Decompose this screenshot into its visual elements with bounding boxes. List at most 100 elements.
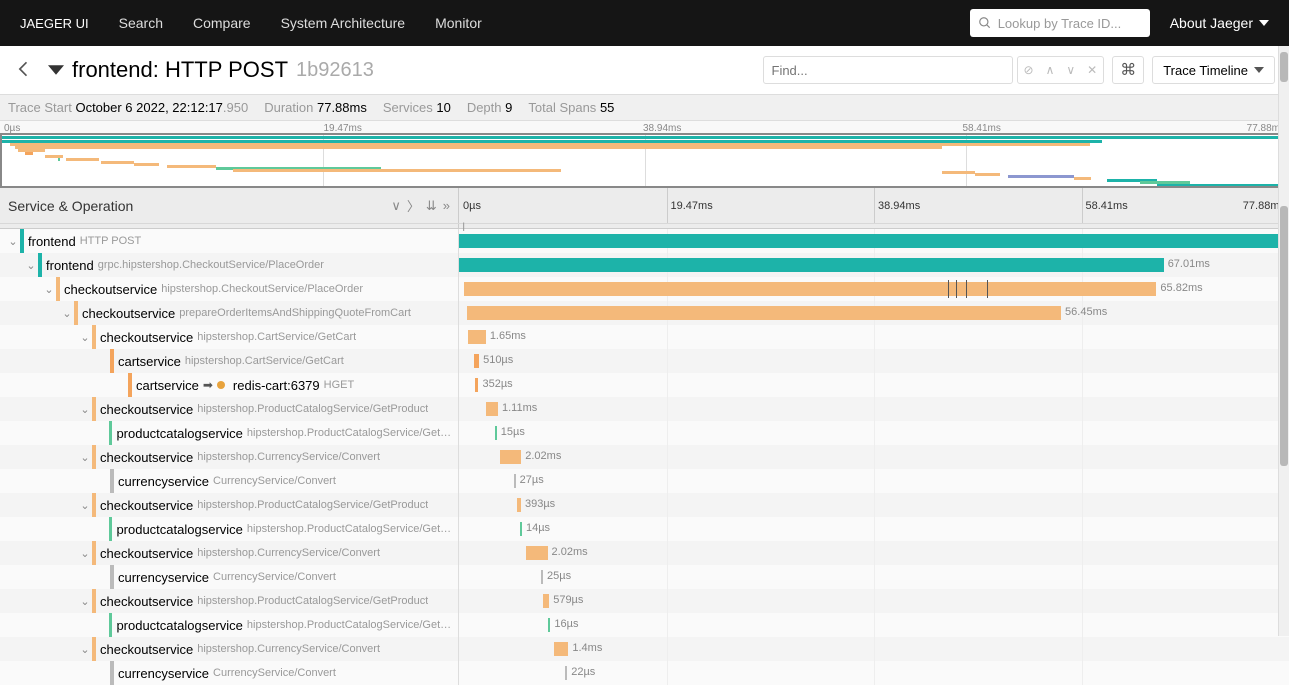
span-row[interactable]: ⌄frontendHTTP POST xyxy=(0,229,1289,253)
find-clear-icon[interactable]: ⊘ xyxy=(1018,63,1040,77)
span-row[interactable]: currencyserviceCurrencyService/Convert22… xyxy=(0,661,1289,685)
nav-search[interactable]: Search xyxy=(119,15,163,31)
span-row[interactable]: ⌄checkoutservicehipstershop.CheckoutServ… xyxy=(0,277,1289,301)
find-close-icon[interactable]: ✕ xyxy=(1081,63,1103,77)
minimap[interactable] xyxy=(0,133,1289,188)
find-next-icon[interactable]: ∨ xyxy=(1060,63,1081,77)
service-color-bar xyxy=(20,229,24,253)
span-bar[interactable] xyxy=(541,570,543,584)
span-duration-label: 352µs xyxy=(482,378,512,390)
service-color-bar xyxy=(92,493,96,517)
expand-icon[interactable]: ⌄ xyxy=(6,235,20,248)
service-name: currencyservice xyxy=(118,570,209,585)
view-mode-select[interactable]: Trace Timeline xyxy=(1152,56,1275,84)
span-row[interactable]: cartservice➡redis-cart:6379HGET352µs xyxy=(0,373,1289,397)
span-bar[interactable] xyxy=(548,618,550,632)
service-color-bar xyxy=(128,373,132,397)
span-duration-label: 14µs xyxy=(526,522,550,534)
span-bar[interactable] xyxy=(486,402,498,416)
operation-name: hipstershop.CheckoutService/PlaceOrder xyxy=(161,283,363,295)
span-row[interactable]: ⌄checkoutservicehipstershop.ProductCatal… xyxy=(0,397,1289,421)
vertical-scrollbar[interactable] xyxy=(1278,46,1289,636)
expand-icon[interactable]: ⌄ xyxy=(78,643,92,656)
trace-title[interactable]: frontend: HTTP POST 1b92613 xyxy=(48,57,763,83)
span-row[interactable]: currencyserviceCurrencyService/Convert27… xyxy=(0,469,1289,493)
chevron-down-icon xyxy=(1254,65,1264,75)
expand-icon[interactable]: ⌄ xyxy=(60,307,74,320)
service-name: productcatalogservice xyxy=(116,618,242,633)
service-name: checkoutservice xyxy=(100,330,193,345)
operation-name: CurrencyService/Convert xyxy=(213,571,336,583)
find-prev-icon[interactable]: ∧ xyxy=(1040,63,1061,77)
span-row[interactable]: cartservicehipstershop.CartService/GetCa… xyxy=(0,349,1289,373)
span-row[interactable]: currencyserviceCurrencyService/Convert25… xyxy=(0,565,1289,589)
span-duration-label: 2.02ms xyxy=(525,450,561,462)
span-row[interactable]: ⌄checkoutservicehipstershop.ProductCatal… xyxy=(0,493,1289,517)
span-duration-label: 1.65ms xyxy=(490,330,526,342)
expand-icon[interactable]: ⌄ xyxy=(78,499,92,512)
service-color-bar xyxy=(110,661,114,685)
service-name: productcatalogservice xyxy=(116,522,242,537)
find-input[interactable] xyxy=(763,56,1013,84)
span-bar[interactable] xyxy=(464,282,1156,296)
nav-architecture[interactable]: System Architecture xyxy=(281,15,406,31)
span-row[interactable]: productcatalogservicehipstershop.Product… xyxy=(0,613,1289,637)
span-bar[interactable] xyxy=(495,426,497,440)
service-name: frontend xyxy=(46,258,94,273)
expand-all-icon[interactable]: ⇊ xyxy=(426,198,437,214)
top-nav: JAEGER UI Search Compare System Architec… xyxy=(0,0,1289,46)
span-bar[interactable] xyxy=(554,642,569,656)
span-row[interactable]: ⌄checkoutservicehipstershop.ProductCatal… xyxy=(0,589,1289,613)
span-row[interactable]: ⌄checkoutservicehipstershop.CurrencyServ… xyxy=(0,637,1289,661)
span-bar[interactable] xyxy=(543,594,549,608)
span-row[interactable]: ⌄checkoutserviceprepareOrderItemsAndShip… xyxy=(0,301,1289,325)
minimap-axis: 0µs19.47ms38.94ms58.41ms77.88ms xyxy=(0,121,1289,133)
span-row[interactable]: productcatalogservicehipstershop.Product… xyxy=(0,517,1289,541)
brand[interactable]: JAEGER UI xyxy=(20,16,89,31)
span-bar[interactable] xyxy=(565,666,567,680)
keyboard-shortcuts-button[interactable]: ⌘ xyxy=(1112,56,1144,84)
span-bar[interactable] xyxy=(500,450,521,464)
column-header-service: Service & Operation xyxy=(8,198,385,214)
span-row[interactable]: ⌄ frontend grpc.hipstershop.CheckoutServic… xyxy=(0,253,1289,277)
collapse-all-icon[interactable]: » xyxy=(443,198,450,213)
back-button[interactable] xyxy=(14,59,34,82)
span-bar[interactable] xyxy=(467,306,1061,320)
span-bar[interactable] xyxy=(468,330,485,344)
expand-one-icon[interactable]: ∨ xyxy=(391,198,401,214)
expand-icon[interactable]: ⌄ xyxy=(78,451,92,464)
service-color-bar xyxy=(92,445,96,469)
expand-icon[interactable]: ⌄ xyxy=(78,547,92,560)
service-color-bar xyxy=(92,541,96,565)
about-menu[interactable]: About Jaeger xyxy=(1170,15,1269,31)
operation-name: hipstershop.ProductCatalogService/GetPro… xyxy=(247,427,458,439)
span-bar[interactable] xyxy=(520,522,522,536)
span-bar[interactable] xyxy=(475,378,479,392)
collapse-one-icon[interactable]: 〉 xyxy=(407,196,420,215)
span-bar[interactable] xyxy=(526,546,547,560)
expand-icon[interactable]: ⌄ xyxy=(78,331,92,344)
service-name: checkoutservice xyxy=(100,402,193,417)
expand-icon[interactable]: ⌄ xyxy=(24,259,38,272)
span-bar[interactable] xyxy=(459,234,1278,248)
span-bar[interactable] xyxy=(474,354,479,368)
span-row[interactable]: ⌄checkoutservicehipstershop.CurrencyServ… xyxy=(0,541,1289,565)
span-row[interactable]: productcatalogservicehipstershop.Product… xyxy=(0,421,1289,445)
span-row[interactable]: ⌄checkoutservicehipstershop.CartService/… xyxy=(0,325,1289,349)
span-bar[interactable] xyxy=(514,474,516,488)
span-row[interactable]: ⌄checkoutservicehipstershop.CurrencyServ… xyxy=(0,445,1289,469)
span-bar[interactable] xyxy=(459,258,1164,272)
service-name: checkoutservice xyxy=(100,642,193,657)
nav-monitor[interactable]: Monitor xyxy=(435,15,482,31)
expand-icon[interactable]: ⌄ xyxy=(78,403,92,416)
expand-icon[interactable]: ⌄ xyxy=(42,283,56,296)
span-duration-label: 56.45ms xyxy=(1065,306,1107,318)
log-marker xyxy=(966,280,967,298)
operation-name: grpc.hipstershop.CheckoutService/PlaceOr… xyxy=(98,259,324,271)
expand-icon[interactable]: ⌄ xyxy=(78,595,92,608)
lookup-input[interactable]: Lookup by Trace ID... xyxy=(970,9,1150,37)
chevron-down-icon xyxy=(48,62,64,78)
span-bar[interactable] xyxy=(517,498,521,512)
span-rows: ⌄frontendHTTP POST⌄frontendgrpc.hipsters… xyxy=(0,229,1289,685)
nav-compare[interactable]: Compare xyxy=(193,15,251,31)
